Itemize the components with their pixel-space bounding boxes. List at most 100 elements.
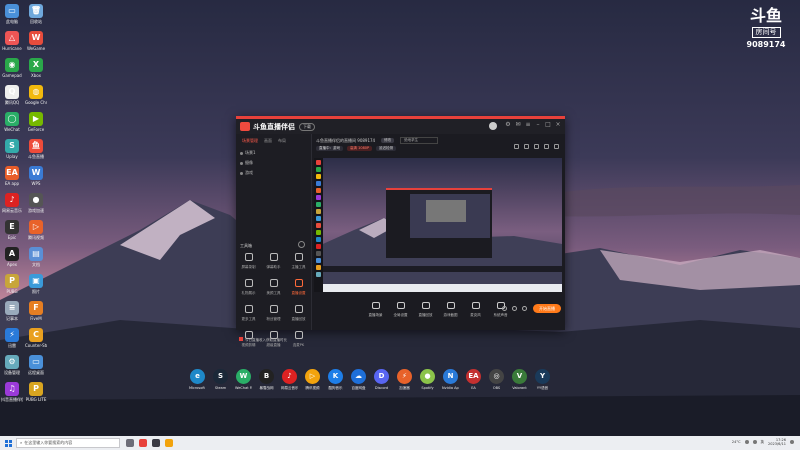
dock-app[interactable]: e Microsoft Edge [189,369,206,391]
ime-indicator[interactable]: 英 [761,440,765,445]
desktop-icon[interactable]: W WPS [25,166,47,186]
source-icon[interactable] [316,230,321,235]
bottom-toolbar-item[interactable]: 全局设置 [392,302,410,318]
desktop-icon[interactable]: P PUBG LITE [25,382,47,402]
dock-app[interactable]: EA EA [465,369,482,391]
obs-task-icon[interactable] [152,439,160,447]
tool-item[interactable]: 屏幕录制 [236,253,261,270]
stream-preview[interactable] [314,158,562,292]
desktop-icon[interactable]: S Uplay [1,139,23,159]
source-icon[interactable] [316,181,321,186]
start-button[interactable] [0,436,16,450]
speaker-level-icon[interactable] [512,306,517,311]
menu-icon[interactable]: ≡ [525,122,531,128]
bottom-toolbar-item[interactable]: 麦克风 [467,302,485,318]
dock-app[interactable]: K 酷狗音乐 [327,369,344,391]
desktop-icon[interactable]: ▣ 照片 [25,274,47,294]
desktop-icon[interactable]: ♫ 抖音直播伴侣 [1,382,23,402]
desktop-icon[interactable]: F FiveM [25,301,47,321]
source-icon[interactable] [316,160,321,165]
source-icon[interactable] [316,272,321,277]
source-icon[interactable] [316,188,321,193]
dock-app[interactable]: ▷ 腾讯视频 [304,369,321,391]
visibility-icon[interactable] [240,151,243,155]
desktop-icon[interactable]: ▤ 文档 [25,247,47,267]
source-icon[interactable] [316,167,321,172]
maximize-icon[interactable]: □ [545,122,551,128]
dock-app[interactable]: ● Spotify [419,369,436,391]
share-icon[interactable] [554,144,559,149]
dock-app[interactable]: ☁ 百度网盘 [350,369,367,391]
desktop-icon[interactable]: ⚡ 迅雷 [1,328,23,348]
source-icon[interactable] [316,237,321,242]
dock-app[interactable]: S Steam [212,369,229,391]
record-icon[interactable] [534,144,539,149]
dock-app[interactable]: Y YY语音 [534,369,551,391]
mic-level-icon[interactable] [502,306,507,311]
dock-app[interactable]: ⚡ 加速器 [396,369,413,391]
source-icon[interactable] [316,258,321,263]
mute-icon[interactable] [544,144,549,149]
folder-task-icon[interactable] [165,439,173,447]
desktop-icon[interactable]: A Apex [1,247,23,267]
tool-item[interactable]: 连麦PK [286,331,311,348]
visibility-icon[interactable] [240,171,243,175]
scene-item[interactable]: 场景1 [236,148,311,158]
start-live-button[interactable]: 开始直播 [533,304,561,313]
tool-item[interactable]: 粉丝管理 [261,305,286,322]
status-chip[interactable]: 直播中：游戏 [316,146,343,151]
taskbar-search[interactable]: ⌕ 在这里输入你要搜索的内容 [16,438,120,448]
tool-item[interactable]: 直播设置 [286,279,311,296]
scene-item[interactable]: 摄像 [236,158,311,168]
desktop-icon[interactable]: ▭ 远程桌面 [25,355,47,375]
desktop-icon[interactable]: ◉ Gamepad [1,58,23,78]
dock-app[interactable]: N Nvidia App [442,369,459,391]
tool-item[interactable]: 主播工具 [286,253,311,270]
desktop-icon[interactable]: ♪ 网易云音乐 [1,193,23,213]
clock[interactable]: 17:26 2023/6/11 [768,438,786,446]
dock-app[interactable]: V Valorant [511,369,528,391]
desktop-icon[interactable]: CCounter-Strike [25,328,47,348]
message-icon[interactable]: ✉ [515,122,521,128]
tab-layout[interactable]: 布局 [278,138,286,144]
income-notice[interactable]: 今日直播收入获取直播时长 [239,337,287,343]
tool-item[interactable]: 直播回放 [286,305,311,322]
desktop-icon[interactable]: ▶ GeForce [25,112,47,132]
dock-app[interactable]: B 暴雪战网 [258,369,275,391]
user-avatar[interactable] [489,122,497,130]
source-icon[interactable] [316,244,321,249]
more-icon[interactable] [522,306,527,311]
network-icon[interactable] [744,440,749,444]
desktop-icon[interactable]: 鱼斗鱼直播 [25,139,47,159]
weather-text[interactable]: 24°C [732,440,741,444]
desktop-icon[interactable]: ▭ 此电脑 [1,4,23,24]
volume-icon[interactable] [752,440,757,444]
source-icon[interactable] [316,195,321,200]
task-view-icon[interactable] [126,439,134,447]
desktop-icon[interactable]: ≡ 记事本 [1,301,23,321]
notification-icon[interactable] [790,440,794,444]
close-icon[interactable]: × [555,122,561,128]
tool-item[interactable]: 礼物展示 [236,279,261,296]
dock-app[interactable]: ♪ 网易云音乐 [281,369,298,391]
desktop-icon[interactable]: ▷ 腾讯视频 [25,220,47,240]
tool-item[interactable]: 更多工具 [236,305,261,322]
scene-item[interactable]: 游戏 [236,168,311,178]
desktop-icon[interactable]: 🗑 回收站 [25,4,47,24]
tool-item[interactable]: 美颜工具 [261,279,286,296]
app-titlebar[interactable]: 斗鱼直播伴侣 下载 ⚙ ✉ ≡ – □ × [236,119,565,134]
visibility-icon[interactable] [240,161,243,165]
dock-app[interactable]: ◎ OBS [488,369,505,391]
desktop-icon[interactable]: E Epic [1,220,23,240]
desktop-icon[interactable]: ◍Google Chrome [25,85,47,105]
download-badge[interactable]: 下载 [299,122,315,131]
tool-item[interactable]: 弹幕助手 [261,253,286,270]
minimize-icon[interactable]: – [535,122,541,128]
desktop-icon[interactable]: W WeGame [25,31,47,51]
desktop-icon[interactable]: ⚙ 设备管理 [1,355,23,375]
source-icon[interactable] [316,216,321,221]
bottom-toolbar-item[interactable]: 直播场景 [367,302,385,318]
douyu-task-icon[interactable] [139,439,147,447]
edit-room-button[interactable]: 修改 [381,138,395,143]
layout-icon[interactable] [514,144,519,149]
